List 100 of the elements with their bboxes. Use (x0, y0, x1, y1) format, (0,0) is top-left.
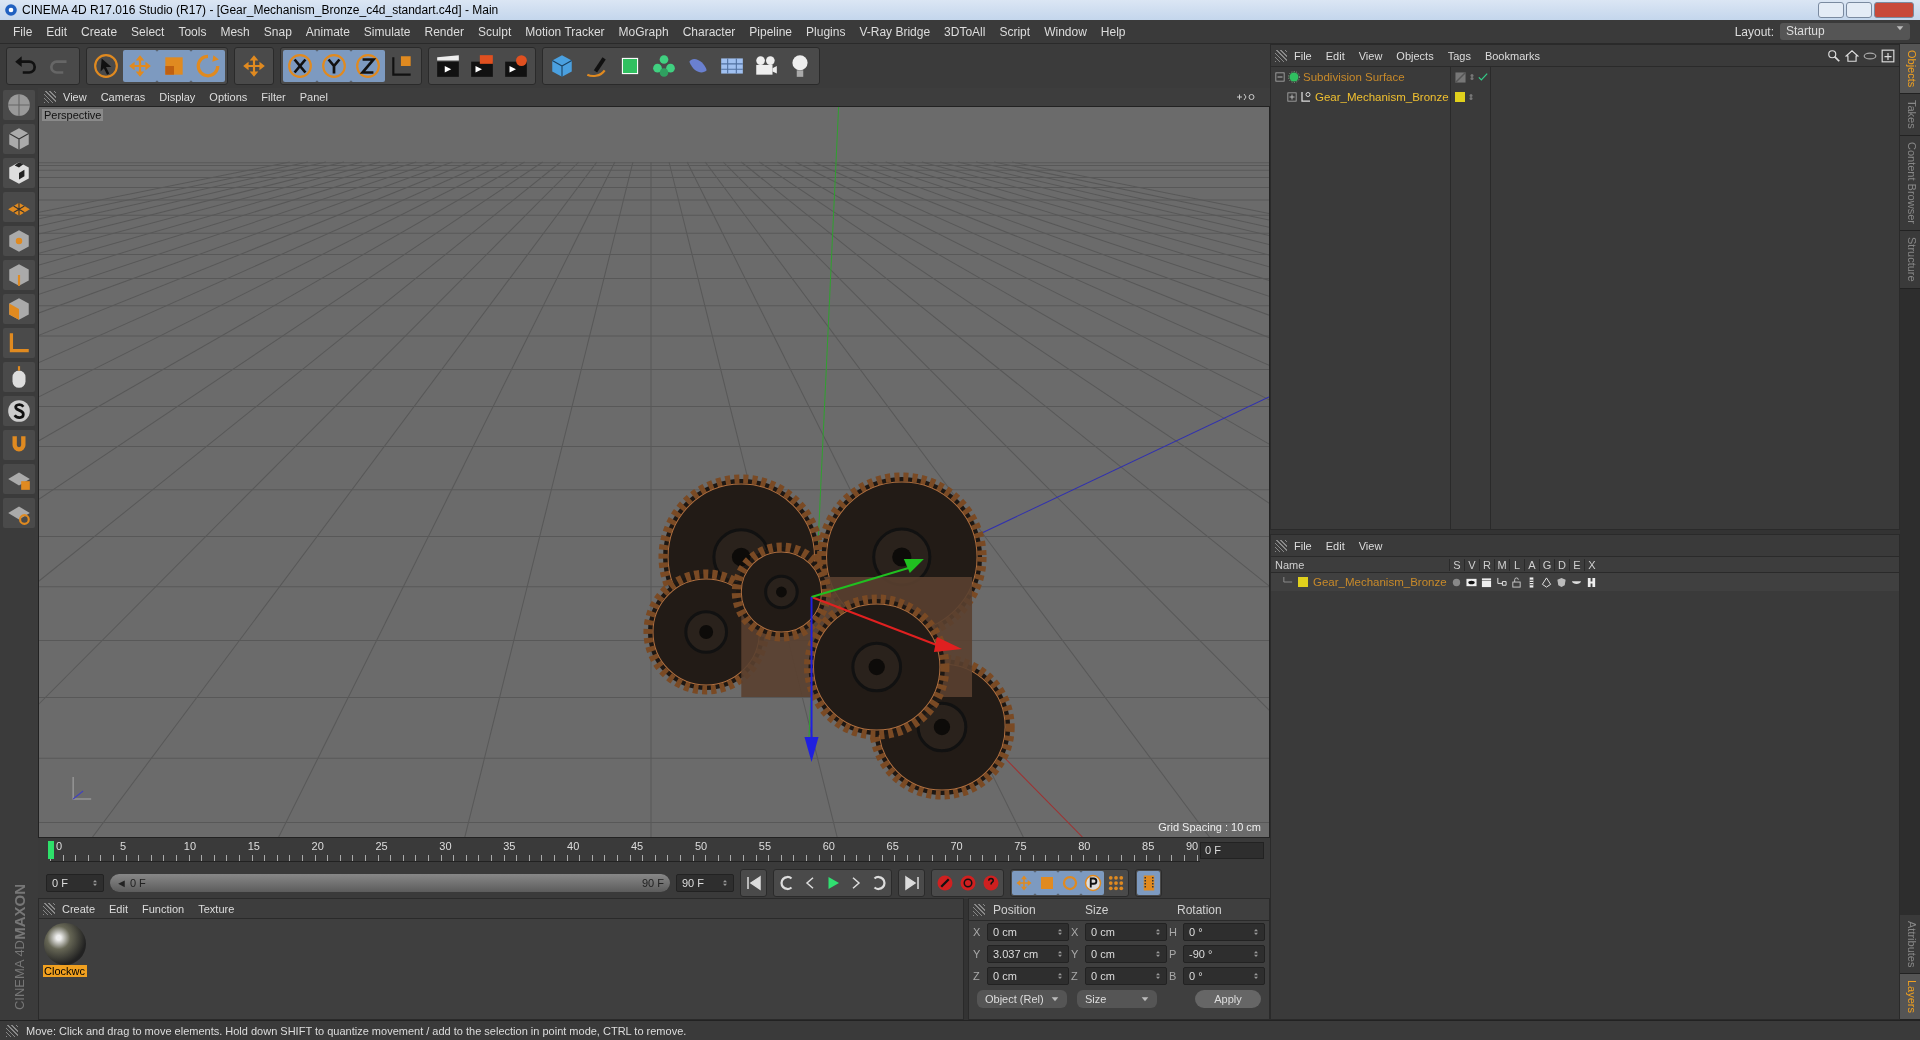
menu-item[interactable]: Render (417, 24, 471, 39)
menu-item[interactable]: Window (1037, 24, 1094, 39)
cube-icon[interactable] (549, 53, 575, 79)
menu-item[interactable]: Create (55, 902, 103, 915)
menu-item[interactable]: V-Ray Bridge (852, 24, 938, 39)
point-mode-icon[interactable] (6, 228, 32, 254)
coordinate-mode-dropdown[interactable]: Object (Rel) (977, 990, 1067, 1008)
menu-item[interactable]: File (6, 24, 40, 39)
menu-item[interactable]: Objects (1389, 49, 1441, 62)
panel-grip-icon[interactable] (44, 91, 56, 103)
apply-button[interactable]: Apply (1195, 990, 1261, 1008)
pyramid-icon[interactable] (1541, 576, 1552, 588)
edge-mode-icon[interactable] (6, 262, 32, 288)
menu-item[interactable]: Function (135, 902, 192, 915)
y-axis-icon[interactable] (321, 53, 347, 79)
menu-item[interactable]: Motion Tracker (518, 24, 612, 39)
menu-item[interactable]: Filter (254, 91, 293, 103)
start-frame-field[interactable]: 0 F (46, 874, 104, 892)
menu-item[interactable]: Mesh (213, 24, 257, 39)
menu-item[interactable]: View (56, 91, 94, 103)
menu-item[interactable]: MoGraph (611, 24, 676, 39)
end-frame-field[interactable]: 90 F (676, 874, 734, 892)
skip-to-end-icon[interactable] (902, 874, 921, 892)
material-preview-ball[interactable] (44, 923, 86, 965)
panel-grip-icon[interactable] (6, 1024, 18, 1037)
menu-item[interactable]: Texture (191, 902, 242, 915)
maximize-button[interactable] (1846, 2, 1872, 18)
new-panel-icon[interactable] (1881, 48, 1895, 63)
menu-item[interactable]: File (1287, 539, 1319, 552)
menu-item[interactable]: Create (74, 24, 125, 39)
layer-tag-icon[interactable] (1455, 71, 1466, 83)
skip-to-start-icon[interactable] (744, 874, 763, 892)
size-field[interactable]: 0 cm (1085, 923, 1167, 941)
menu-item[interactable]: Sculpt (470, 24, 519, 39)
menu-item[interactable]: Cameras (93, 91, 153, 103)
menu-item[interactable]: Script (992, 24, 1038, 39)
position-field[interactable]: 3.037 cm (987, 945, 1069, 963)
x-axis-icon[interactable] (287, 53, 313, 79)
z-axis-icon[interactable] (355, 53, 381, 79)
layout-dropdown[interactable]: Startup (1780, 23, 1910, 40)
menu-item[interactable]: Tools (171, 24, 214, 39)
cursor-icon[interactable] (93, 53, 119, 79)
shield-icon[interactable] (1556, 576, 1567, 588)
minimize-button[interactable] (1818, 2, 1844, 18)
menu-item[interactable]: Pipeline (742, 24, 800, 39)
menu-item[interactable]: View (1351, 539, 1390, 552)
size-field[interactable]: 0 cm (1085, 945, 1167, 963)
size-field[interactable]: 0 cm (1085, 967, 1167, 985)
menu-item[interactable]: Snap (256, 24, 299, 39)
menu-item[interactable]: Bookmarks (1477, 49, 1547, 62)
current-frame-field[interactable]: 0 F (1200, 842, 1264, 859)
object-name[interactable]: Gear_Mechanism_Bronze (1315, 91, 1449, 103)
panel-grip-icon[interactable] (1275, 539, 1287, 552)
x-mark-icon[interactable] (1586, 576, 1597, 588)
cube-icon[interactable] (6, 126, 32, 152)
record-key-icon[interactable] (935, 874, 954, 892)
menu-item[interactable]: Edit (1318, 49, 1352, 62)
material-name[interactable]: Clockwc (43, 965, 87, 977)
menu-item[interactable]: Help (1093, 24, 1133, 39)
solo-dot-icon[interactable] (1451, 576, 1462, 588)
panel-grip-icon[interactable] (1275, 49, 1287, 62)
polygon-mode-icon[interactable] (6, 296, 32, 322)
visibility-dots-icon[interactable] (1469, 71, 1475, 83)
menu-item[interactable]: 3DToAll (937, 24, 993, 39)
side-tab[interactable]: Objects (1900, 44, 1920, 95)
sphere-icon[interactable] (6, 92, 32, 118)
menu-item[interactable]: Panel (292, 91, 335, 103)
visibility-dots-icon[interactable] (1468, 91, 1474, 103)
collapse-icon[interactable] (1275, 72, 1285, 82)
checkered-cube-icon[interactable] (6, 160, 32, 186)
object-name[interactable]: Subdivision Surface (1303, 71, 1405, 83)
timeline-ruler[interactable]: 0 5 10 15 20 25 30 35 40 45 50 55 60 65 70 75 80 85 90 (50, 838, 1200, 862)
rotation-field[interactable]: -90 ° (1183, 945, 1265, 963)
clapperboard-icon[interactable] (1481, 576, 1492, 588)
menu-item[interactable]: Tags (1440, 49, 1478, 62)
menu-item[interactable]: Simulate (356, 24, 418, 39)
move-icon[interactable] (241, 53, 267, 79)
lock-icon[interactable] (1511, 576, 1522, 588)
cluster-icon[interactable] (651, 53, 677, 79)
layer-name[interactable]: Gear_Mechanism_Bronze (1313, 576, 1447, 588)
search-icon[interactable] (1827, 48, 1841, 63)
menu-item[interactable]: Display (152, 91, 203, 103)
menu-item[interactable]: Options (202, 91, 255, 103)
menu-item[interactable]: Animate (298, 24, 357, 39)
home-icon[interactable] (1845, 48, 1859, 63)
help-key-icon[interactable] (981, 874, 1000, 892)
menu-item[interactable]: View (1351, 49, 1390, 62)
menu-item[interactable]: Edit (102, 902, 135, 915)
autokey-icon[interactable] (958, 874, 977, 892)
menu-item[interactable]: Edit (39, 24, 75, 39)
panel-grip-icon[interactable] (973, 903, 985, 916)
size-mode-dropdown[interactable]: Size (1077, 990, 1157, 1008)
clapperboard-gear-icon[interactable] (503, 53, 529, 79)
menu-item[interactable]: Character (675, 24, 743, 39)
expand-icon[interactable] (1287, 92, 1297, 102)
s-circle-icon[interactable] (6, 398, 32, 424)
clapperboard-icon[interactable] (469, 53, 495, 79)
position-field[interactable]: 0 cm (987, 923, 1069, 941)
position-field[interactable]: 0 cm (987, 967, 1069, 985)
rotation-field[interactable]: 0 ° (1183, 967, 1265, 985)
